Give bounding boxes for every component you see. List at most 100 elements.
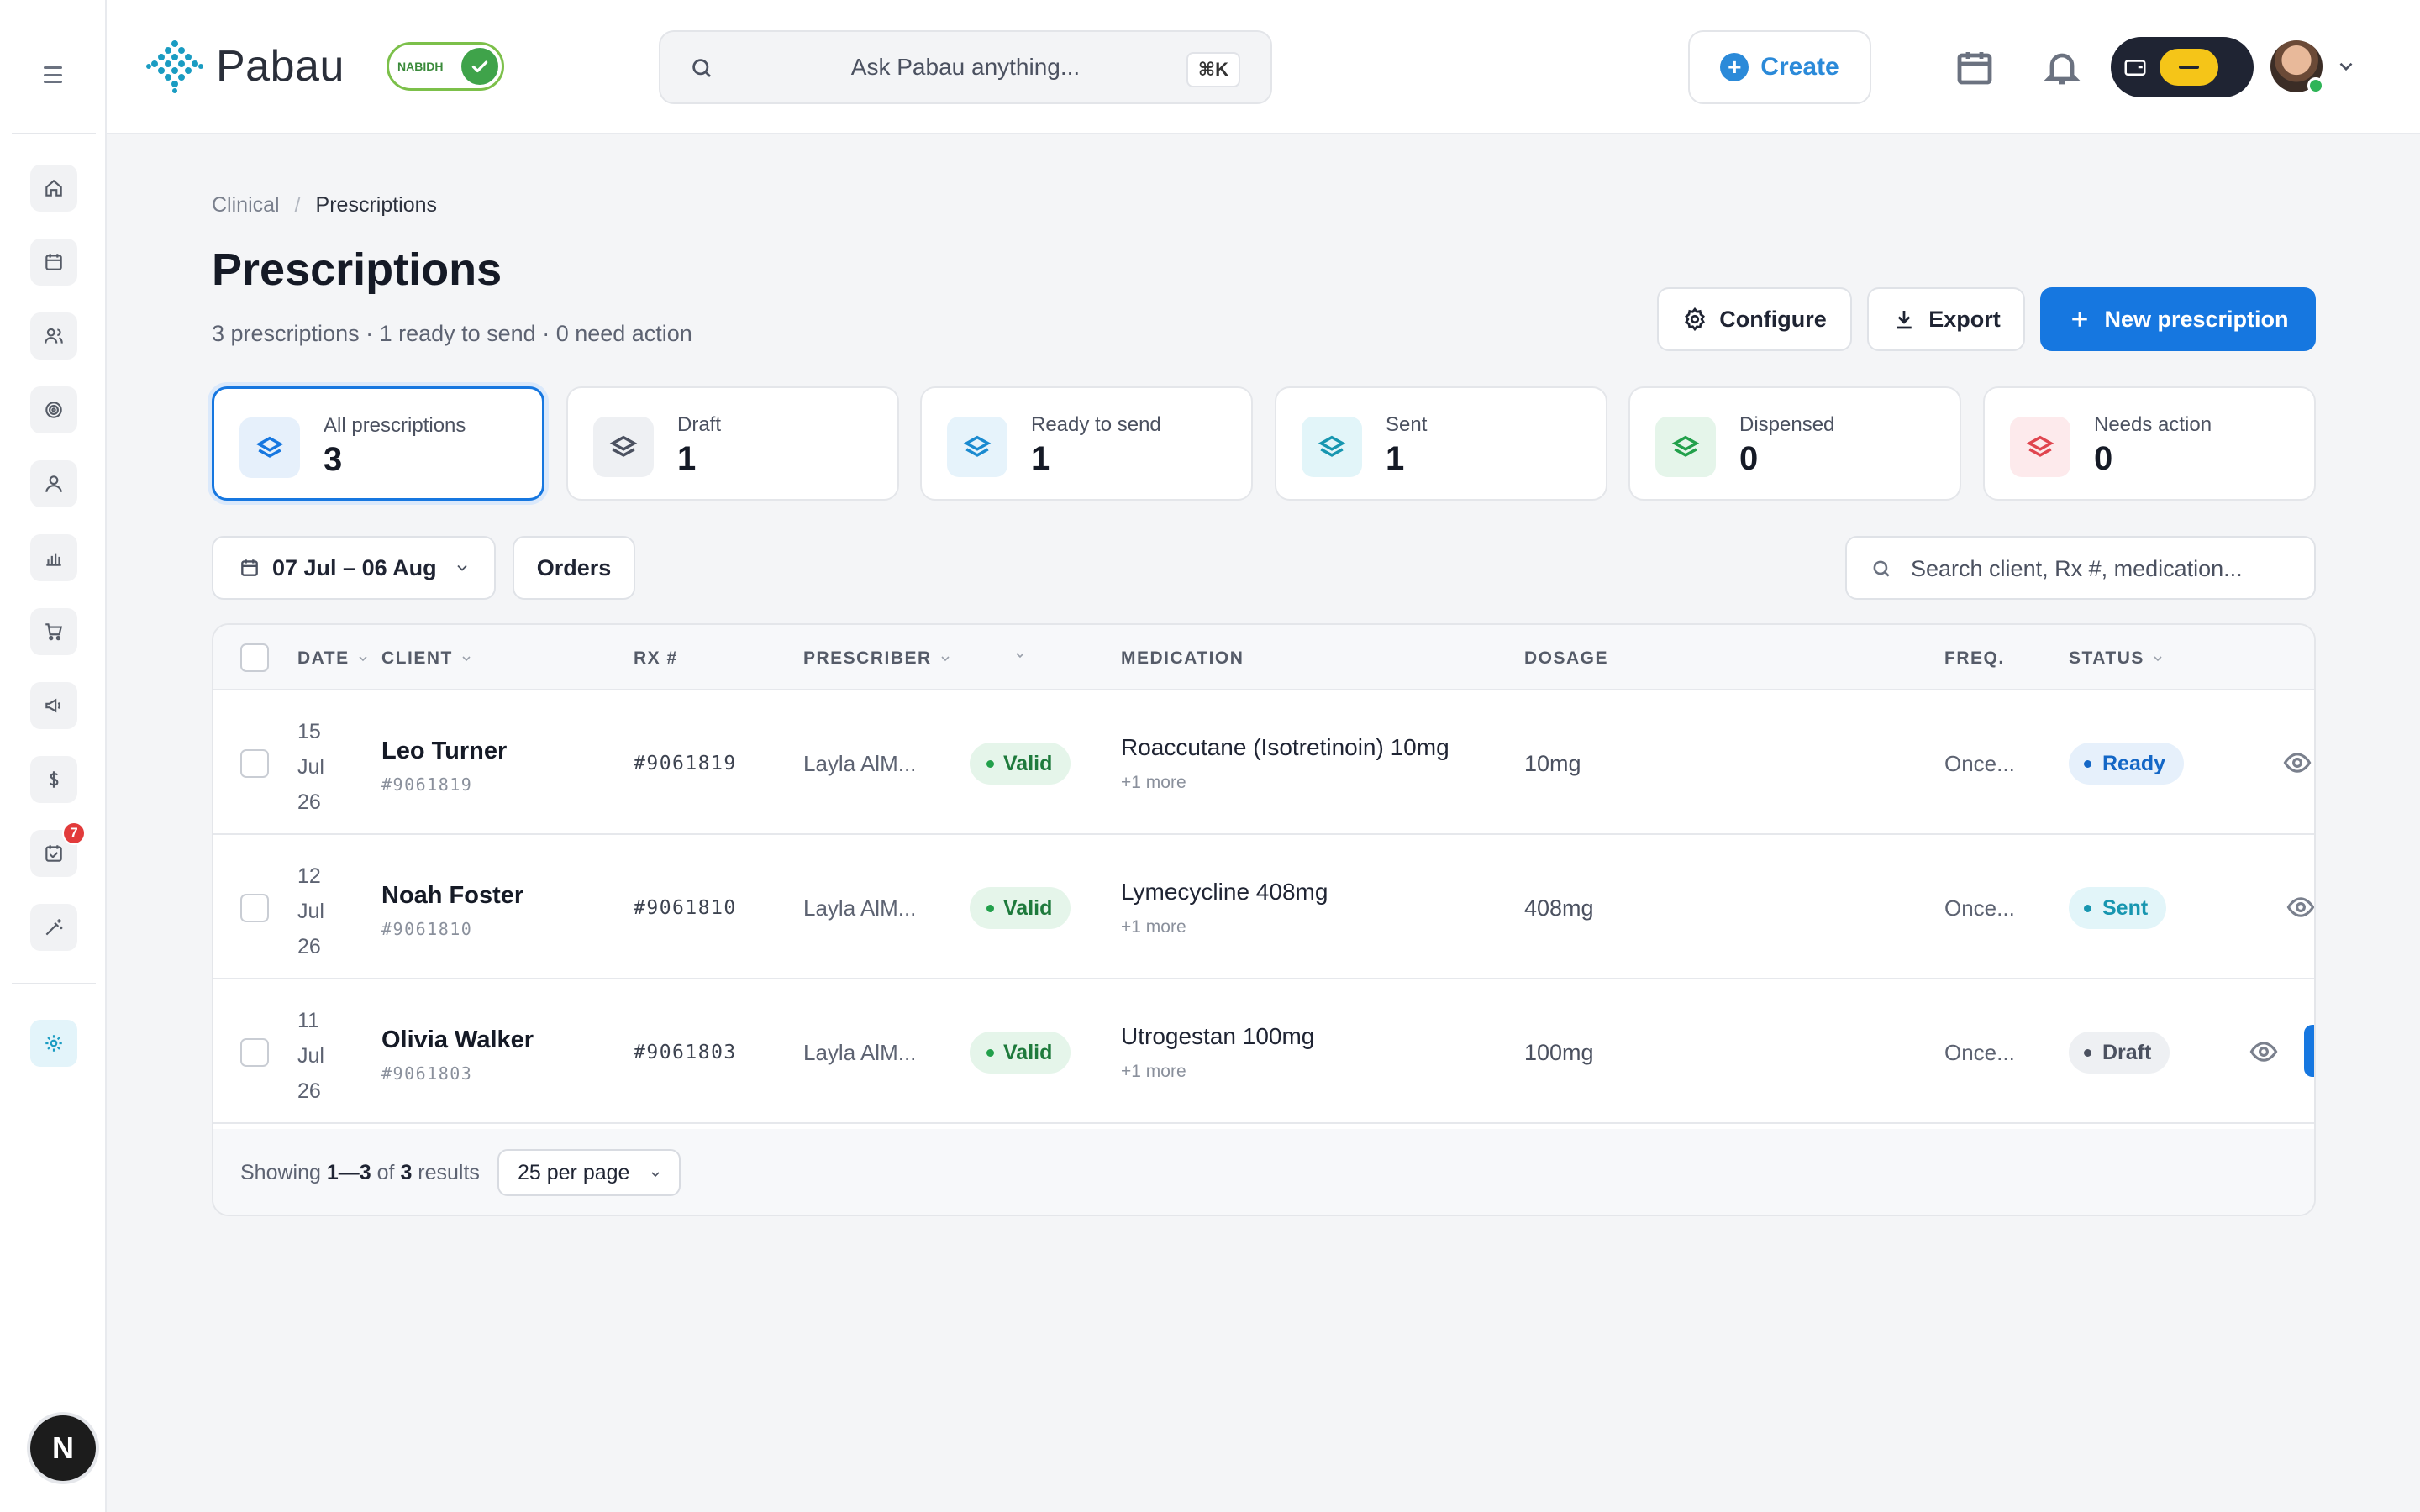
reports-icon xyxy=(46,553,61,566)
sidebar-item-tools[interactable] xyxy=(30,904,77,951)
eye-icon xyxy=(2286,897,2314,917)
stat-value: 0 xyxy=(2094,440,2113,477)
configure-label: Configure xyxy=(1719,306,1827,332)
medication-name: Utrogestan 100mg xyxy=(1121,1023,1315,1049)
chevron-down-icon xyxy=(1016,653,1024,659)
wallet-toggle[interactable] xyxy=(2111,37,2254,97)
client-name[interactable]: Olivia Walker xyxy=(381,1026,534,1054)
view-button[interactable] xyxy=(2282,749,2312,776)
breadcrumb-clinical[interactable]: Clinical xyxy=(212,193,280,218)
client-id: #9061819 xyxy=(381,774,473,795)
stat-value: 3 xyxy=(324,441,343,478)
table-search-input[interactable]: Search client, Rx #, medication... xyxy=(1845,536,2316,600)
column-status[interactable]: STATUS xyxy=(2069,648,2165,669)
per-page-select[interactable]: 25 per page xyxy=(497,1149,681,1196)
export-label: Export xyxy=(1928,306,2001,332)
brand-logo[interactable]: Pabau xyxy=(145,39,345,94)
stat-label: Draft xyxy=(677,413,722,436)
stat-icon-bg xyxy=(2010,417,2070,477)
nabidh-badge: NABIDH xyxy=(387,42,504,91)
prescriptions-table: DATE CLIENT RX # PRESCRIBER MEDICATION D… xyxy=(212,623,2316,1216)
stat-label: All prescriptions xyxy=(324,414,466,437)
medication-more[interactable]: +1 more xyxy=(1121,773,1186,793)
global-search[interactable]: Ask Pabau anything... ⌘K xyxy=(659,30,1272,104)
sidebar-item-settings[interactable] xyxy=(30,1020,77,1067)
row-action-button[interactable] xyxy=(2304,1025,2314,1077)
results-summary: Showing 1—3 of 3 results xyxy=(240,1161,480,1184)
clients-icon xyxy=(45,328,63,344)
status-badge: Ready xyxy=(2069,743,2185,785)
sidebar-item-tasks[interactable]: 7 xyxy=(30,822,86,877)
notifications-button[interactable] xyxy=(2042,47,2082,87)
layers-icon xyxy=(2026,435,2054,457)
stat-icon-bg xyxy=(239,417,300,478)
sidebar-item-reports[interactable] xyxy=(30,534,77,581)
calendar-button[interactable] xyxy=(1954,47,1995,87)
column-date[interactable]: DATE xyxy=(297,648,370,669)
stat-card-sent[interactable]: Sent 1 xyxy=(1275,386,1607,501)
date-range-filter[interactable]: 07 Jul – 06 Aug xyxy=(212,536,496,600)
sidebar-item-clients[interactable] xyxy=(30,312,77,360)
plus-icon: + xyxy=(1720,53,1749,81)
stat-value: 1 xyxy=(677,440,697,477)
configure-button[interactable]: Configure xyxy=(1657,287,1852,351)
sidebar-item-home[interactable] xyxy=(30,165,77,212)
new-prescription-label: New prescription xyxy=(2104,306,2289,332)
chevron-down-icon xyxy=(456,564,467,571)
column-freq: FREQ. xyxy=(1944,648,2005,668)
home-icon xyxy=(45,179,62,197)
row-checkbox[interactable] xyxy=(240,894,269,922)
orders-button[interactable]: Orders xyxy=(513,536,635,600)
sidebar-item-marketing[interactable] xyxy=(30,682,77,729)
export-button[interactable]: Export xyxy=(1867,287,2025,351)
bottom-avatar[interactable]: N xyxy=(30,1415,96,1481)
sidebar-divider xyxy=(12,133,96,134)
breadcrumb-separator: / xyxy=(294,193,301,217)
stat-card-draft[interactable]: Draft 1 xyxy=(566,386,899,501)
layers-icon xyxy=(1318,435,1346,457)
medication-more[interactable]: +1 more xyxy=(1121,1062,1186,1082)
stat-value: 1 xyxy=(1386,440,1405,477)
client-name[interactable]: Leo Turner xyxy=(381,738,507,765)
prescriber-name: Layla AlM... xyxy=(803,895,917,921)
table-row[interactable]: 11 Jul 26 Olivia Walker #9061803 #9061803 … xyxy=(213,979,2314,1124)
sidebar-item-finance[interactable] xyxy=(30,756,77,803)
new-prescription-button[interactable]: New prescription xyxy=(2040,287,2316,351)
create-button[interactable]: + Create xyxy=(1688,30,1871,104)
stat-card-dispensed[interactable]: Dispensed 0 xyxy=(1628,386,1961,501)
hamburger-menu-icon[interactable] xyxy=(37,62,69,87)
column-validity-sort[interactable] xyxy=(1013,648,1027,662)
view-button[interactable] xyxy=(2286,894,2314,921)
table-row[interactable]: 12 Jul 26 Noah Foster #9061810 #9061810 La… xyxy=(213,835,2314,979)
stat-icon-bg xyxy=(593,417,654,477)
client-name[interactable]: Noah Foster xyxy=(381,882,523,910)
select-all-checkbox[interactable] xyxy=(240,643,269,672)
stat-card-needs-action[interactable]: Needs action 0 xyxy=(1983,386,2316,501)
frequency: Once... xyxy=(1944,895,2015,921)
layers-icon xyxy=(1671,435,1700,457)
calendar-icon xyxy=(241,559,258,576)
topbar: Pabau NABIDH Ask Pabau anything... ⌘K + … xyxy=(107,0,2420,134)
chevron-down-icon[interactable] xyxy=(2335,55,2357,77)
sidebar-item-user[interactable] xyxy=(30,460,77,507)
medication-more[interactable]: +1 more xyxy=(1121,917,1186,937)
dosage: 100mg xyxy=(1524,1040,1594,1065)
orders-label: Orders xyxy=(536,554,612,580)
stat-card-all[interactable]: All prescriptions 3 xyxy=(212,386,544,501)
stat-card-ready[interactable]: Ready to send 1 xyxy=(920,386,1253,501)
column-prescriber[interactable]: PRESCRIBER xyxy=(803,648,952,669)
medication-name: Roaccutane (Isotretinoin) 10mg xyxy=(1121,734,1449,760)
gear-icon xyxy=(1685,307,1706,332)
eye-icon xyxy=(2283,753,2312,773)
table-row[interactable]: 15 Jul 26 Leo Turner #9061819 #9061819 Lay… xyxy=(213,690,2314,835)
sidebar-item-shop[interactable] xyxy=(30,608,77,655)
view-button[interactable] xyxy=(2249,1038,2279,1065)
user-avatar[interactable] xyxy=(2270,40,2324,94)
column-client[interactable]: CLIENT xyxy=(381,648,473,669)
row-checkbox[interactable] xyxy=(240,749,269,778)
column-dosage: DOSAGE xyxy=(1524,648,1609,668)
sidebar-item-target[interactable] xyxy=(30,386,77,433)
sidebar-item-calendar[interactable] xyxy=(30,239,77,286)
row-checkbox[interactable] xyxy=(240,1038,269,1067)
prescriber-name: Layla AlM... xyxy=(803,751,917,776)
